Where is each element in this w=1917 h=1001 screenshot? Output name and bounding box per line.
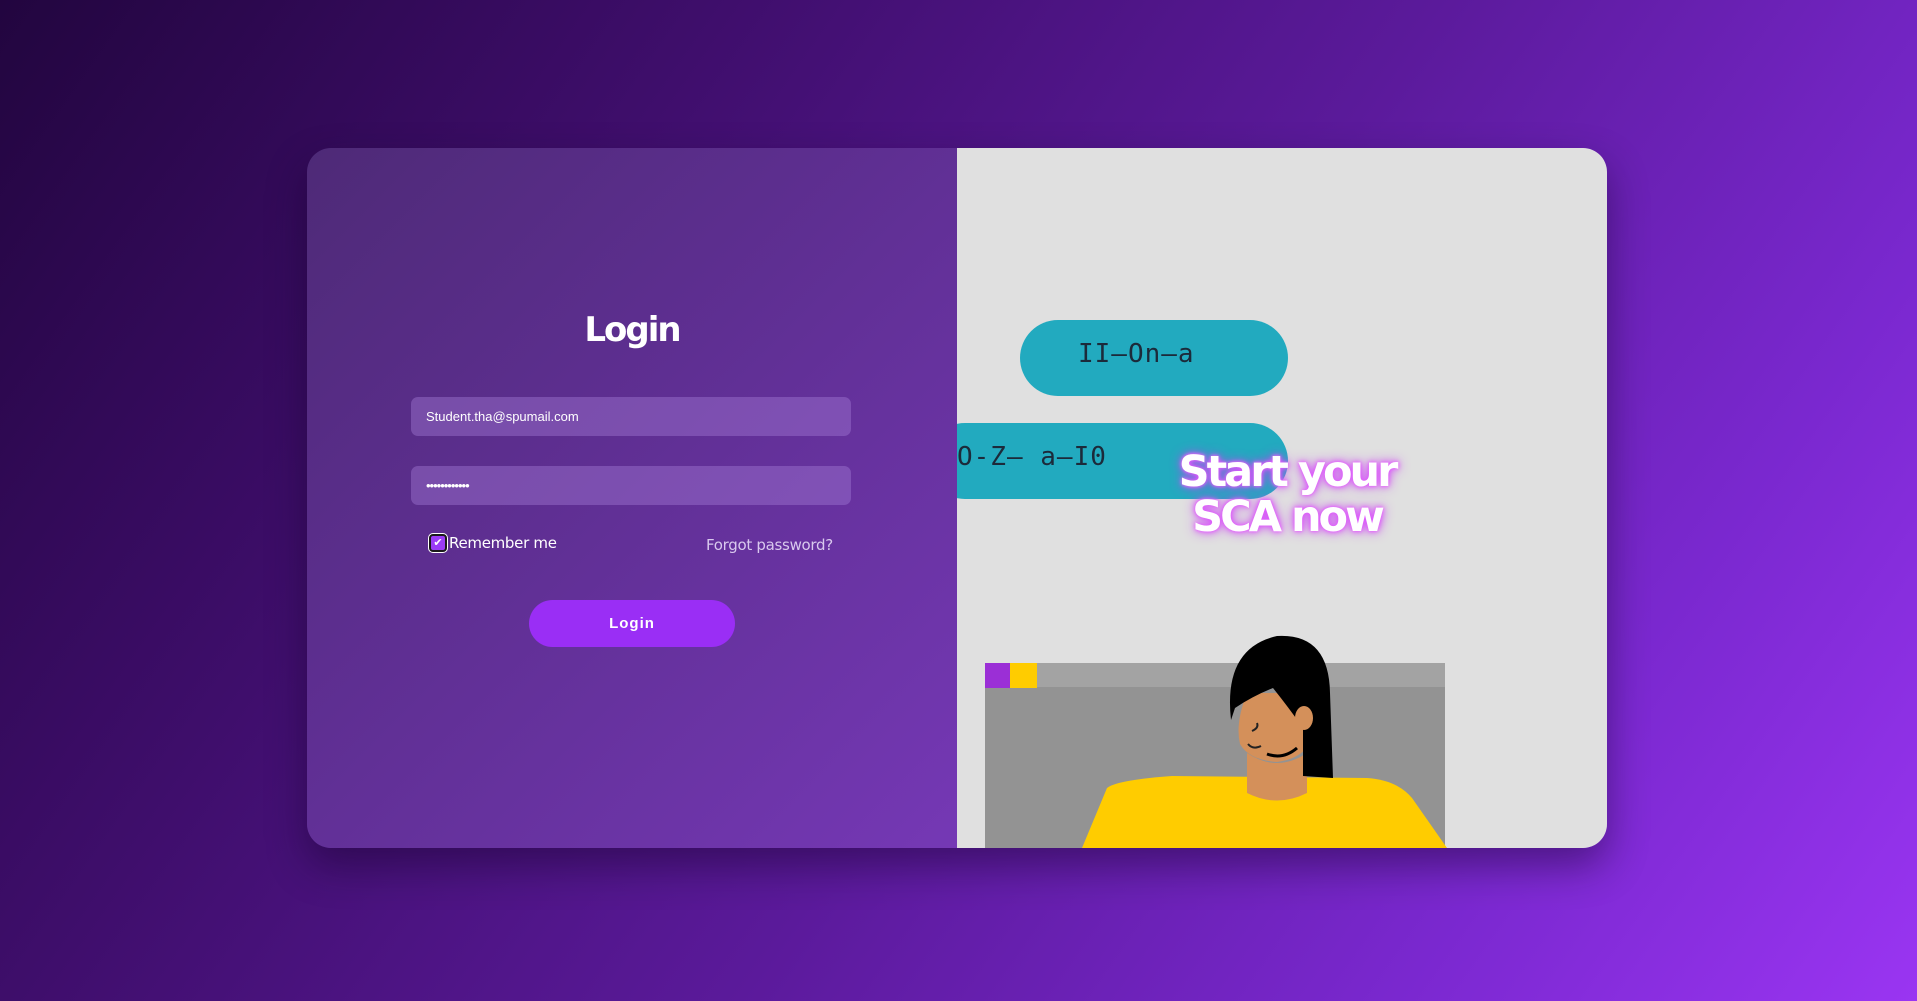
- remember-me-checkbox[interactable]: ✔: [429, 534, 447, 552]
- forgot-password-link[interactable]: Forgot password?: [706, 536, 833, 554]
- purple-square-icon: [985, 663, 1010, 688]
- remember-me-row[interactable]: ✔ Remember me: [429, 534, 557, 552]
- screen-titlebar-illustration: [985, 663, 1445, 687]
- remember-me-label[interactable]: Remember me: [449, 534, 557, 552]
- login-panel: Login ✔ Remember me Forgot password? Log…: [307, 148, 957, 848]
- password-field[interactable]: [411, 466, 851, 505]
- login-button[interactable]: Login: [529, 600, 735, 647]
- login-title: Login: [584, 310, 681, 350]
- ear-illustration: [1295, 706, 1313, 730]
- login-card: Login ✔ Remember me Forgot password? Log…: [307, 148, 1607, 848]
- promo-headline: Start your SCA now: [1178, 447, 1399, 542]
- yellow-square-icon: [1010, 663, 1037, 688]
- email-field[interactable]: [411, 397, 851, 436]
- checkmark-icon: ✔: [433, 536, 443, 549]
- promo-panel: II—On—a O-Z— a—I0 Start your SCA now: [957, 148, 1607, 848]
